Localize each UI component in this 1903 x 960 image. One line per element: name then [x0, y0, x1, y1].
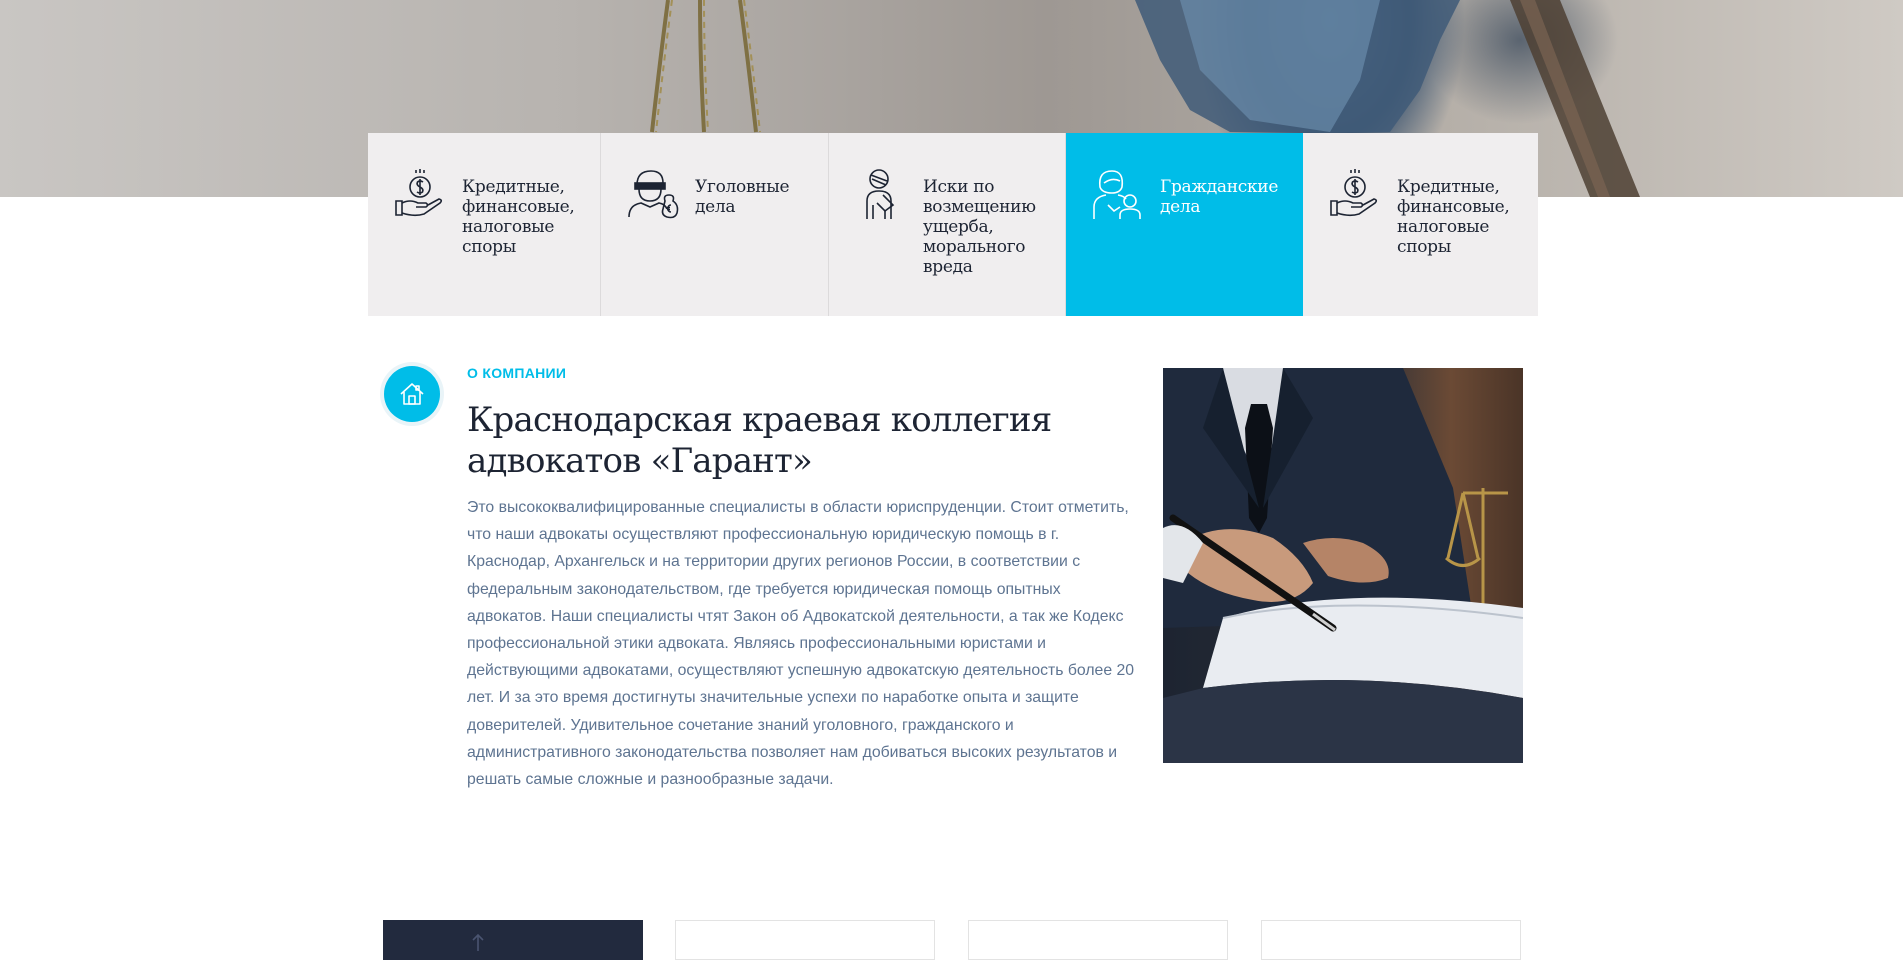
feature-card[interactable] [675, 920, 935, 960]
thief-icon [628, 170, 679, 219]
service-label: Кредитные, финансовые, налоговые споры [462, 177, 575, 257]
service-tile-damages-claims[interactable]: Иски по возмещению ущерба, морального вр… [829, 133, 1066, 316]
card-icon [472, 933, 484, 951]
feature-cards-row [383, 920, 1523, 960]
service-label: Гражданские дела [1160, 177, 1279, 217]
section-description: Это высококвалифицированные специалисты … [467, 499, 1135, 789]
injured-person-icon [866, 169, 895, 219]
service-tile-criminal-cases[interactable]: Уголовные дела [601, 133, 829, 316]
money-hand-icon [1330, 169, 1378, 217]
service-tile-credit-disputes-2[interactable]: Кредитные, финансовые, налоговые споры [1303, 133, 1538, 316]
feature-card[interactable] [383, 920, 643, 960]
about-badge [384, 366, 440, 422]
section-eyebrow: О КОМПАНИИ [467, 365, 567, 381]
money-hand-icon [395, 169, 443, 217]
service-tile-civil-cases[interactable]: Гражданские дела [1066, 133, 1303, 316]
service-label: Уголовные дела [695, 177, 790, 217]
service-tile-credit-disputes[interactable]: Кредитные, финансовые, налоговые споры [368, 133, 601, 316]
service-label: Иски по возмещению ущерба, морального вр… [923, 177, 1036, 277]
section-title: Краснодарская краевая коллегия адвокатов… [467, 400, 1052, 481]
feature-card[interactable] [968, 920, 1228, 960]
service-label: Кредитные, финансовые, налоговые споры [1397, 177, 1510, 257]
services-strip: Кредитные, финансовые, налоговые споры У… [368, 133, 1538, 316]
family-icon [1093, 170, 1141, 219]
lawyer-signing-photo [1163, 368, 1523, 763]
home-icon [400, 383, 424, 405]
feature-card[interactable] [1261, 920, 1521, 960]
